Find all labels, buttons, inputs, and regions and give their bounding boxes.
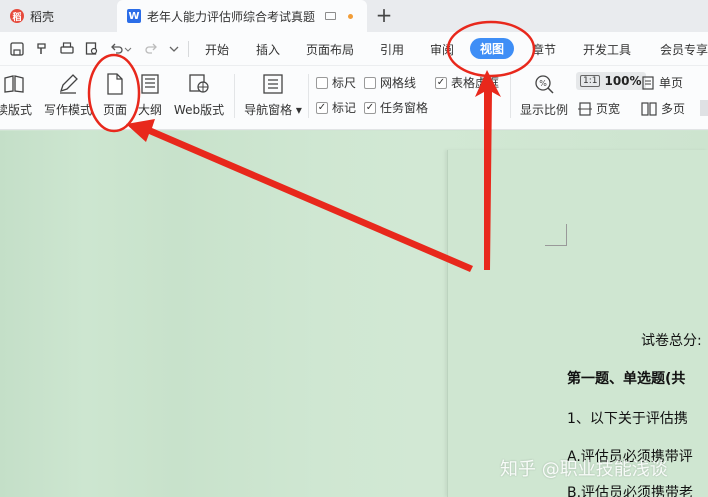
menu-separator bbox=[188, 41, 189, 57]
menu-bar: 开始 插入 页面布局 引用 审阅 视图 章节 开发工具 会员专享 bbox=[0, 32, 708, 66]
web-layout-icon bbox=[189, 74, 209, 93]
multi-page-label: 多页 bbox=[661, 102, 686, 116]
menu-view[interactable]: 视图 bbox=[470, 38, 515, 59]
single-page-label: 单页 bbox=[659, 76, 684, 90]
page-view-label: 页面 bbox=[102, 103, 127, 117]
page-width-button[interactable]: 页宽 bbox=[578, 100, 620, 117]
ruler-label: 标尺 bbox=[332, 76, 357, 90]
write-mode-label: 写作模式 bbox=[43, 103, 92, 117]
writer-doc-icon: W bbox=[127, 9, 141, 23]
write-mode-button[interactable]: 写作模式 bbox=[42, 70, 94, 124]
multi-page-button[interactable]: 多页 bbox=[641, 100, 685, 117]
web-layout-label: Web版式 bbox=[173, 103, 225, 117]
page-width-label: 页宽 bbox=[596, 102, 621, 116]
print-icon[interactable] bbox=[59, 41, 75, 57]
checkmark-icon: ✓ bbox=[316, 101, 328, 114]
doc-section-heading: 第一题、单选题(共 bbox=[567, 371, 686, 387]
page-view-button[interactable]: 页面 bbox=[98, 70, 132, 124]
undo-dropdown-icon[interactable] bbox=[124, 41, 132, 57]
menu-developer-tools[interactable]: 开发工具 bbox=[583, 41, 631, 58]
menu-references[interactable]: 引用 bbox=[380, 41, 404, 58]
doc-option-b: B.评估员必须携带老 bbox=[567, 485, 694, 497]
page-width-icon bbox=[578, 101, 592, 116]
outline-icon bbox=[141, 74, 159, 94]
single-page-button[interactable]: 单页 bbox=[641, 74, 683, 91]
multi-page-icon bbox=[641, 101, 657, 116]
outline-label: 大纲 bbox=[137, 103, 162, 117]
checkmark-icon: ✓ bbox=[435, 76, 447, 89]
tab-daoke[interactable]: 稻 稻壳 bbox=[0, 0, 112, 32]
redo-icon[interactable] bbox=[143, 41, 159, 57]
gridlines-label: 网格线 bbox=[380, 76, 417, 90]
outline-button[interactable]: 大纲 bbox=[136, 70, 164, 124]
nav-pane-label: 导航窗格 ▾ bbox=[244, 103, 302, 117]
single-page-icon bbox=[642, 75, 654, 90]
doc-question-1: 1、以下关于评估携 bbox=[567, 411, 688, 427]
svg-text:%: % bbox=[539, 79, 547, 88]
menu-start[interactable]: 开始 bbox=[205, 41, 229, 58]
table-borders-label: 表格虚框 bbox=[451, 76, 500, 90]
nav-pane-button[interactable]: 导航窗格 ▾ bbox=[242, 70, 304, 124]
unsaved-dot-icon bbox=[348, 13, 354, 19]
show-scale-button[interactable]: % 显示比例 bbox=[518, 70, 570, 124]
marks-label: 标记 bbox=[332, 101, 357, 115]
checkmark-icon: ✓ bbox=[364, 101, 376, 114]
document-page[interactable] bbox=[447, 150, 708, 497]
zoom-100-button[interactable]: 1:1 100% bbox=[576, 72, 646, 90]
menu-member[interactable]: 会员专享 bbox=[660, 41, 708, 58]
more-dropdown-icon[interactable] bbox=[168, 41, 180, 57]
daoke-logo-icon: 稻 bbox=[10, 9, 24, 23]
view-ribbon: 读版式 写作模式 页面 大纲 Web版式 导航窗格 ▾ 标尺 网格线 ✓ 表格虚框… bbox=[0, 66, 708, 130]
more-ribbon-button[interactable] bbox=[700, 100, 708, 116]
page-corner-mark bbox=[545, 224, 567, 246]
table-borders-checkbox[interactable]: ✓ 表格虚框 bbox=[435, 74, 499, 91]
checkbox-box bbox=[364, 76, 376, 89]
menu-chapter[interactable]: 章节 bbox=[532, 41, 556, 58]
one-to-one-icon: 1:1 bbox=[580, 75, 601, 87]
title-bar: 稻 稻壳 W 老年人能力评估师综合考试真题 + bbox=[0, 0, 708, 32]
ribbon-separator bbox=[234, 74, 235, 118]
zoom-percent-icon: % bbox=[535, 75, 554, 94]
doc-total-score: 试卷总分: bbox=[641, 333, 702, 349]
tab-daoke-label: 稻壳 bbox=[30, 9, 55, 24]
web-layout-button[interactable]: Web版式 bbox=[170, 70, 228, 124]
menu-review[interactable]: 审阅 bbox=[430, 41, 454, 58]
zoom-value: 100% bbox=[604, 74, 642, 88]
ruler-checkbox[interactable]: 标尺 bbox=[316, 74, 356, 91]
screen-icon[interactable] bbox=[325, 12, 337, 20]
marks-checkbox[interactable]: ✓ 标记 bbox=[316, 99, 356, 116]
tab-document-title: 老年人能力评估师综合考试真题 bbox=[147, 9, 316, 24]
nav-pane-icon bbox=[263, 74, 283, 94]
format-painter-icon[interactable] bbox=[34, 41, 50, 57]
read-mode-label: 读版式 bbox=[0, 103, 32, 117]
print-preview-icon[interactable] bbox=[84, 41, 100, 57]
save-icon[interactable] bbox=[9, 41, 25, 57]
read-mode-button[interactable]: 读版式 bbox=[0, 70, 36, 124]
zhihu-watermark: 知乎 @职业技能浅谈 bbox=[500, 459, 668, 480]
ribbon-separator bbox=[510, 74, 511, 118]
page-icon bbox=[107, 73, 123, 95]
new-tab-button[interactable]: + bbox=[374, 5, 394, 25]
gridlines-checkbox[interactable]: 网格线 bbox=[364, 74, 416, 91]
read-mode-icon bbox=[4, 75, 24, 93]
tab-document[interactable]: W 老年人能力评估师综合考试真题 bbox=[117, 0, 367, 32]
checkbox-box bbox=[316, 76, 328, 89]
menu-page-layout[interactable]: 页面布局 bbox=[306, 41, 354, 58]
task-pane-label: 任务窗格 bbox=[380, 101, 429, 115]
undo-icon[interactable] bbox=[109, 41, 125, 57]
task-pane-checkbox[interactable]: ✓ 任务窗格 bbox=[364, 99, 428, 116]
show-scale-label: 显示比例 bbox=[519, 103, 568, 117]
menu-insert[interactable]: 插入 bbox=[256, 41, 280, 58]
pen-icon bbox=[59, 74, 78, 94]
ribbon-separator bbox=[308, 74, 309, 118]
